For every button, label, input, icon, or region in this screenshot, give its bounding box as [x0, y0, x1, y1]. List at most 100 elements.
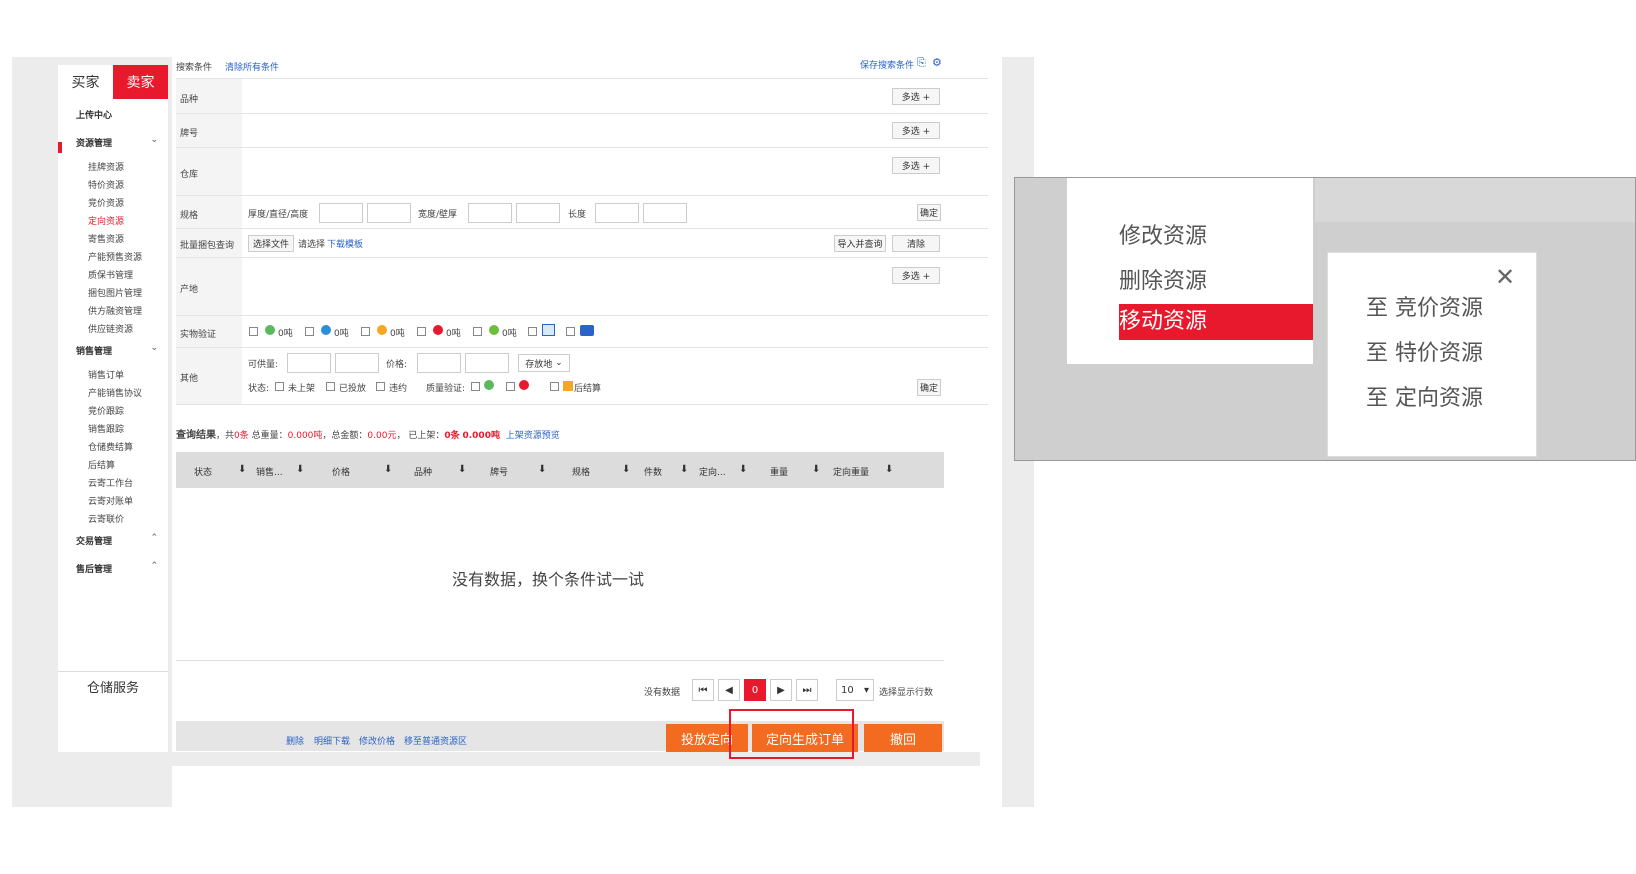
- sidebar-item[interactable]: 竞价资源: [58, 196, 168, 209]
- sidebar-item[interactable]: 竞价跟踪: [58, 404, 168, 417]
- sidebar-item[interactable]: 云寄联价: [58, 512, 168, 525]
- length-max-input[interactable]: [643, 203, 687, 223]
- sidebar-group-trade[interactable]: 交易管理 ⌃: [58, 533, 168, 547]
- col-status[interactable]: 状态: [194, 465, 212, 478]
- choose-file-button[interactable]: 选择文件: [248, 235, 294, 252]
- sidebar-item[interactable]: 供应链资源: [58, 322, 168, 335]
- first-page-button[interactable]: ⏮: [692, 679, 714, 701]
- sort-icon[interactable]: ⬇: [238, 464, 246, 475]
- multi-select-button[interactable]: 多选 +: [892, 122, 940, 139]
- post-settle-checkbox[interactable]: [550, 382, 559, 391]
- sort-icon[interactable]: ⬇: [739, 464, 747, 475]
- seller-tab[interactable]: 卖家: [113, 65, 168, 99]
- thickness-max-input[interactable]: [367, 203, 411, 223]
- quality-checkbox[interactable]: [471, 382, 480, 391]
- sort-icon[interactable]: ⬇: [622, 464, 630, 475]
- sort-icon[interactable]: ⬇: [384, 464, 392, 475]
- location-select[interactable]: 存放地 ⌄: [518, 354, 570, 372]
- sidebar-item[interactable]: 后结算: [58, 458, 168, 471]
- verify-checkbox[interactable]: [361, 327, 370, 336]
- detail-download-link[interactable]: 明细下载: [314, 734, 350, 747]
- modify-resource-item[interactable]: 修改资源: [1119, 218, 1207, 250]
- sidebar-item[interactable]: 供方融资管理: [58, 304, 168, 317]
- close-icon[interactable]: ✕: [1495, 263, 1515, 291]
- sidebar-group-sales[interactable]: 销售管理 ⌄: [58, 343, 168, 357]
- col-directed-weight[interactable]: 定向重量: [833, 465, 869, 478]
- sort-icon[interactable]: ⬇: [296, 464, 304, 475]
- verify-checkbox[interactable]: [528, 327, 537, 336]
- next-page-button[interactable]: ▶: [770, 679, 792, 701]
- col-price[interactable]: 价格: [332, 465, 350, 478]
- sidebar-item[interactable]: 销售跟踪: [58, 422, 168, 435]
- sidebar-item[interactable]: 挂牌资源: [58, 160, 168, 173]
- col-brand[interactable]: 牌号: [490, 465, 508, 478]
- sidebar-item[interactable]: 产能预售资源: [58, 250, 168, 263]
- modify-price-link[interactable]: 修改价格: [359, 734, 395, 747]
- width-max-input[interactable]: [516, 203, 560, 223]
- status-checkbox[interactable]: [326, 382, 335, 391]
- col-pieces[interactable]: 件数: [644, 465, 662, 478]
- spec-confirm-button[interactable]: 确定: [917, 204, 941, 221]
- sort-icon[interactable]: ⬇: [885, 464, 893, 475]
- sidebar-item-directed-active[interactable]: 定向资源: [58, 214, 168, 227]
- col-spec[interactable]: 规格: [572, 465, 590, 478]
- quality-checkbox[interactable]: [506, 382, 515, 391]
- buyer-tab[interactable]: 买家: [58, 65, 113, 99]
- sidebar-item[interactable]: 销售订单: [58, 368, 168, 381]
- last-page-button[interactable]: ⏭: [796, 679, 818, 701]
- sidebar-group-resources[interactable]: 资源管理 ⌄: [58, 135, 168, 149]
- sidebar-item[interactable]: 质保书管理: [58, 268, 168, 281]
- import-query-button[interactable]: 导入并查询: [834, 235, 886, 252]
- thickness-min-input[interactable]: [319, 203, 363, 223]
- col-variety[interactable]: 品种: [414, 465, 432, 478]
- move-to-special[interactable]: 至 特价资源: [1366, 335, 1483, 367]
- col-sales[interactable]: 销售...: [256, 465, 283, 478]
- current-page[interactable]: 0: [744, 679, 766, 701]
- sidebar-item[interactable]: 云寄对账单: [58, 494, 168, 507]
- sidebar-group-aftersale[interactable]: 售后管理 ⌃: [58, 561, 168, 575]
- other-confirm-button[interactable]: 确定: [917, 379, 941, 396]
- verify-checkbox[interactable]: [249, 327, 258, 336]
- sidebar-item[interactable]: 寄售资源: [58, 232, 168, 245]
- verify-checkbox[interactable]: [473, 327, 482, 336]
- sidebar-item[interactable]: 特价资源: [58, 178, 168, 191]
- delete-resource-item[interactable]: 删除资源: [1119, 263, 1207, 295]
- sidebar-item[interactable]: 仓储费结算: [58, 440, 168, 453]
- width-min-input[interactable]: [468, 203, 512, 223]
- warehouse-service-link[interactable]: 仓储服务: [58, 671, 168, 701]
- col-directed[interactable]: 定向...: [699, 465, 726, 478]
- length-min-input[interactable]: [595, 203, 639, 223]
- sidebar-item[interactable]: 捆包图片管理: [58, 286, 168, 299]
- multi-select-button[interactable]: 多选 +: [892, 267, 940, 284]
- move-normal-link[interactable]: 移至普通资源区: [404, 734, 467, 747]
- sort-icon[interactable]: ⬇: [458, 464, 466, 475]
- revoke-button[interactable]: 撤回: [864, 724, 942, 752]
- sidebar-item[interactable]: 云寄工作台: [58, 476, 168, 489]
- sidebar-item[interactable]: 产能销售协议: [58, 386, 168, 399]
- move-to-bidding[interactable]: 至 竞价资源: [1366, 290, 1483, 322]
- status-checkbox[interactable]: [275, 382, 284, 391]
- clear-batch-button[interactable]: 清除: [892, 235, 940, 252]
- multi-select-button[interactable]: 多选 +: [892, 157, 940, 174]
- page-size-select[interactable]: 10 ▾: [836, 679, 874, 701]
- available-min-input[interactable]: [287, 353, 331, 373]
- preview-link[interactable]: 上架资源预览: [506, 431, 560, 441]
- multi-select-button[interactable]: 多选 +: [892, 88, 940, 105]
- status-checkbox[interactable]: [376, 382, 385, 391]
- delete-link[interactable]: 删除: [286, 734, 304, 747]
- verify-checkbox[interactable]: [305, 327, 314, 336]
- verify-checkbox[interactable]: [417, 327, 426, 336]
- col-weight[interactable]: 重量: [770, 465, 788, 478]
- available-max-input[interactable]: [335, 353, 379, 373]
- sidebar-upload-center[interactable]: 上传中心: [58, 108, 168, 121]
- sort-icon[interactable]: ⬇: [538, 464, 546, 475]
- sort-icon[interactable]: ⬇: [812, 464, 820, 475]
- price-max-input[interactable]: [465, 353, 509, 373]
- verify-checkbox[interactable]: [566, 327, 575, 336]
- move-resource-item[interactable]: 移动资源: [1119, 304, 1313, 340]
- download-template-link[interactable]: 下载模板: [327, 237, 363, 250]
- sort-icon[interactable]: ⬇: [680, 464, 688, 475]
- price-min-input[interactable]: [417, 353, 461, 373]
- prev-page-button[interactable]: ◀: [718, 679, 740, 701]
- move-to-directed[interactable]: 至 定向资源: [1366, 380, 1483, 412]
